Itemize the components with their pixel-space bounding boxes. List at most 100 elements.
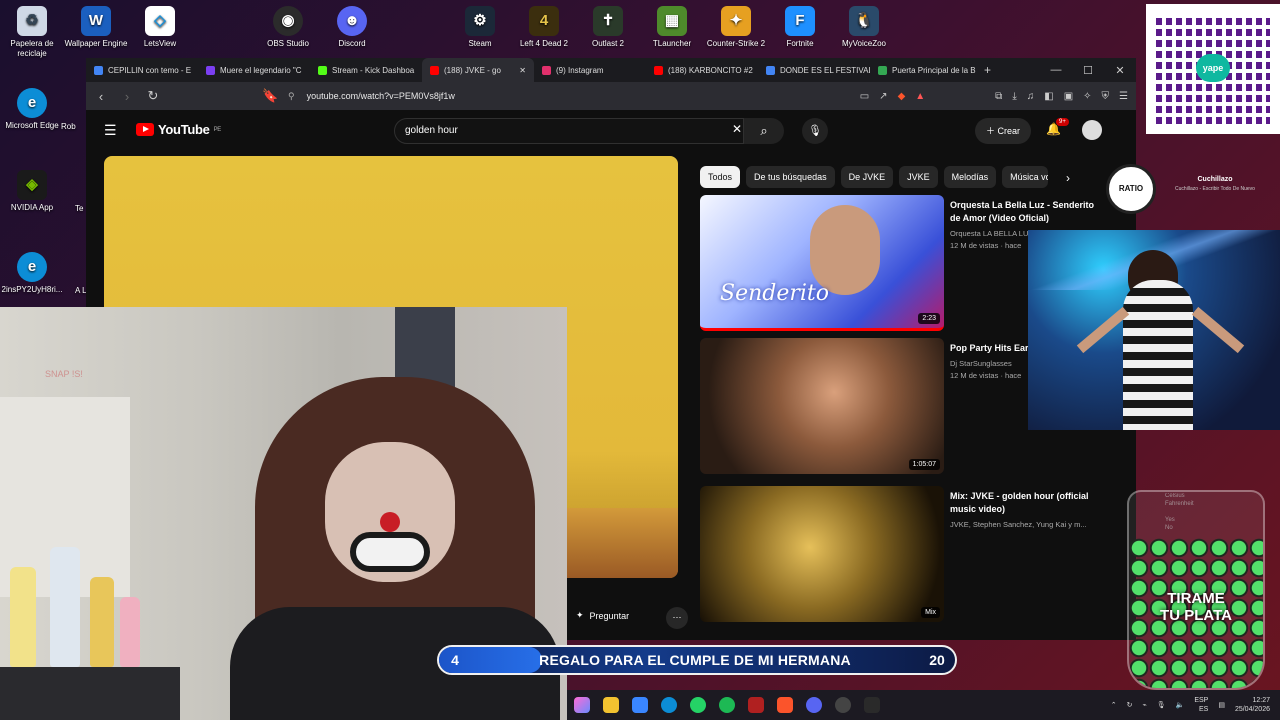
desktop-icon-tlauncher[interactable]: ▦ TLauncher bbox=[637, 6, 707, 49]
chip-de-jvke[interactable]: De JVKE bbox=[840, 166, 894, 188]
search-icon: ⌕ bbox=[760, 123, 768, 138]
search-input[interactable]: golden hour bbox=[394, 118, 744, 144]
brave-icon[interactable] bbox=[776, 697, 793, 713]
voice-search-button[interactable]: 🎙 bbox=[802, 118, 828, 144]
performer-body bbox=[1123, 280, 1193, 430]
ask-button[interactable]: ✦ Preguntar ⋯ bbox=[576, 607, 688, 629]
desktop-icon-recycle-bin[interactable]: ♻ Papelera de reciclaje bbox=[0, 6, 67, 59]
sync-icon[interactable]: ↻ bbox=[1127, 701, 1133, 709]
tab-4[interactable]: (9) Instagram bbox=[534, 58, 646, 82]
clear-search-icon[interactable]: ✕ bbox=[732, 122, 742, 136]
screenshot-icon[interactable]: ⧉ bbox=[995, 91, 1002, 102]
vpn-icon[interactable]: ⛨ bbox=[1102, 91, 1110, 102]
tab-5[interactable]: (188) KARBONCITO #2 bbox=[646, 58, 758, 82]
maximize-icon[interactable]: ☐ bbox=[1072, 64, 1104, 77]
desktop-icon-outlast[interactable]: ✝ Outlast 2 bbox=[573, 6, 643, 49]
copilot-icon[interactable] bbox=[573, 697, 590, 713]
media-icon[interactable]: ♫ bbox=[1027, 91, 1035, 102]
desktop-icon-edge-2[interactable]: e 2insPY2UyH8ri... bbox=[0, 252, 67, 295]
share-icon[interactable]: ↗ bbox=[879, 91, 887, 102]
sidebar-icon[interactable]: ◧ bbox=[1044, 91, 1053, 102]
forward-icon[interactable]: › bbox=[120, 89, 134, 104]
discord-icon[interactable] bbox=[805, 697, 822, 713]
search-button[interactable]: ⌕ bbox=[744, 118, 784, 144]
network-icon[interactable]: ▤ bbox=[1218, 701, 1225, 709]
tab-3-active[interactable]: (188) JVKE - go ✕ bbox=[422, 58, 534, 82]
spotify-icon[interactable] bbox=[718, 697, 735, 713]
tab-1[interactable]: Muere el legendario "C bbox=[198, 58, 310, 82]
desktop-icon-nvidia[interactable]: ◈ NVIDIA App bbox=[0, 170, 67, 213]
wifi-off-icon[interactable]: ⌁ bbox=[1142, 701, 1146, 709]
wallpaper-engine-icon: W bbox=[81, 6, 111, 36]
chip-jvke[interactable]: JVKE bbox=[899, 166, 938, 188]
desktop-icon-steam[interactable]: ⚙ Steam bbox=[445, 6, 515, 49]
hamburger-menu-icon[interactable]: ☰ bbox=[104, 122, 117, 139]
tab-0[interactable]: CEPILLIN con temo - E bbox=[86, 58, 198, 82]
avatar[interactable] bbox=[1082, 120, 1102, 140]
reload-icon[interactable]: ↻ bbox=[146, 88, 160, 104]
desktop-icon-edge[interactable]: e Microsoft Edge bbox=[0, 88, 67, 131]
tab-7[interactable]: Puerta Principal de la B bbox=[870, 58, 980, 82]
chip-todos[interactable]: Todos bbox=[700, 166, 741, 188]
tab-2[interactable]: Stream - Kick Dashboa bbox=[310, 58, 422, 82]
tab-6[interactable]: DONDE ES EL FESTIVAL bbox=[758, 58, 870, 82]
close-window-icon[interactable]: ✕ bbox=[1104, 64, 1136, 77]
site-info-icon[interactable]: ⚲ bbox=[288, 91, 295, 102]
language-indicator[interactable]: ESP ES bbox=[1194, 696, 1208, 714]
brave-shield-icon[interactable]: ◆ bbox=[898, 91, 906, 102]
desktop-icon-cs2[interactable]: ✦ Counter-Strike 2 bbox=[701, 6, 771, 49]
file-explorer-icon[interactable] bbox=[602, 697, 619, 713]
outlast-icon: ✝ bbox=[593, 6, 623, 36]
thumbnail-script-text: Senderito bbox=[720, 281, 830, 306]
brave-rewards-icon[interactable]: ▲ bbox=[915, 91, 925, 102]
desktop-icon-fortnite[interactable]: F Fortnite bbox=[765, 6, 835, 49]
volume-icon[interactable]: 🔈 bbox=[1176, 701, 1185, 709]
mic-icon[interactable]: 🎙 bbox=[1157, 701, 1166, 709]
performer-arm bbox=[1191, 306, 1245, 354]
desktop-icon-myvoicezoo[interactable]: 🐧 MyVoiceZoo bbox=[829, 6, 899, 49]
bookmark-icon[interactable]: 🔖 bbox=[262, 88, 278, 104]
youtube-logo[interactable]: YouTube PE bbox=[136, 122, 221, 137]
sparkle-icon: ✦ bbox=[576, 610, 584, 620]
chip-de-tus-busquedas[interactable]: De tus búsquedas bbox=[746, 166, 835, 188]
whatsapp-icon[interactable] bbox=[689, 697, 706, 713]
clock[interactable]: 12:27 25/04/2026 bbox=[1235, 696, 1270, 714]
jar-options: Celsius Fahrenheit Yes No bbox=[1165, 493, 1194, 531]
plus-icon: ＋ bbox=[985, 126, 998, 136]
now-playing-widget: Cuchillazo Cuchillazo - Escribir Todo De… bbox=[1175, 176, 1255, 192]
back-icon[interactable]: ‹ bbox=[94, 89, 108, 104]
store-icon[interactable] bbox=[631, 697, 648, 713]
album-art-badge: RATIO bbox=[1106, 164, 1156, 214]
desktop-icon-wallpaper-engine[interactable]: W Wallpaper Engine bbox=[61, 6, 131, 49]
chevron-right-icon[interactable]: › bbox=[1066, 171, 1070, 185]
desktop-icon-letsview[interactable]: ◇ LetsView bbox=[125, 6, 195, 49]
cast-icon[interactable]: ▭ bbox=[860, 91, 869, 102]
desktop-icon-left4dead[interactable]: 4 Left 4 Dead 2 bbox=[509, 6, 579, 49]
dota-icon[interactable] bbox=[747, 697, 764, 713]
wallet-icon[interactable]: ▣ bbox=[1064, 91, 1073, 102]
notification-badge: 9+ bbox=[1056, 118, 1069, 126]
tab-bar: CEPILLIN con temo - E Muere el legendari… bbox=[86, 58, 1136, 82]
desktop-icon-obs[interactable]: ◉ OBS Studio bbox=[253, 6, 323, 49]
leo-icon[interactable]: ✧ bbox=[1083, 91, 1091, 102]
chevron-up-icon[interactable]: ⌃ bbox=[1111, 701, 1117, 709]
more-options-icon[interactable]: ⋯ bbox=[666, 607, 688, 629]
url-field[interactable]: youtube.com/watch?v=PEM0Vs8jf1w bbox=[307, 91, 848, 101]
chip-melodias[interactable]: Melodías bbox=[943, 166, 997, 188]
download-icon[interactable]: ⤓ bbox=[1012, 91, 1016, 102]
chip-musica[interactable]: Música vo bbox=[1002, 166, 1049, 188]
tab-close-icon[interactable]: ✕ bbox=[519, 66, 526, 75]
menu-icon[interactable]: ☰ bbox=[1119, 91, 1128, 102]
address-bar: ‹ › ↻ 🔖 ⚲ youtube.com/watch?v=PEM0Vs8jf1… bbox=[86, 82, 1136, 110]
goal-current: 4 bbox=[451, 652, 459, 668]
minimize-icon[interactable]: — bbox=[1040, 64, 1072, 77]
create-button[interactable]: ＋ Crear bbox=[975, 118, 1031, 144]
obs-icon[interactable] bbox=[834, 697, 851, 713]
desktop-icon-discord[interactable]: ☻ Discord bbox=[317, 6, 387, 49]
kick-favicon-icon bbox=[318, 65, 327, 75]
edge-icon[interactable] bbox=[660, 697, 677, 713]
chrome-favicon-icon bbox=[766, 65, 775, 75]
new-tab-icon[interactable]: + bbox=[984, 63, 991, 77]
app-icon[interactable] bbox=[863, 697, 880, 713]
recommendation-item[interactable]: Mix Mix: JVKE - golden hour (official mu… bbox=[700, 486, 1120, 622]
